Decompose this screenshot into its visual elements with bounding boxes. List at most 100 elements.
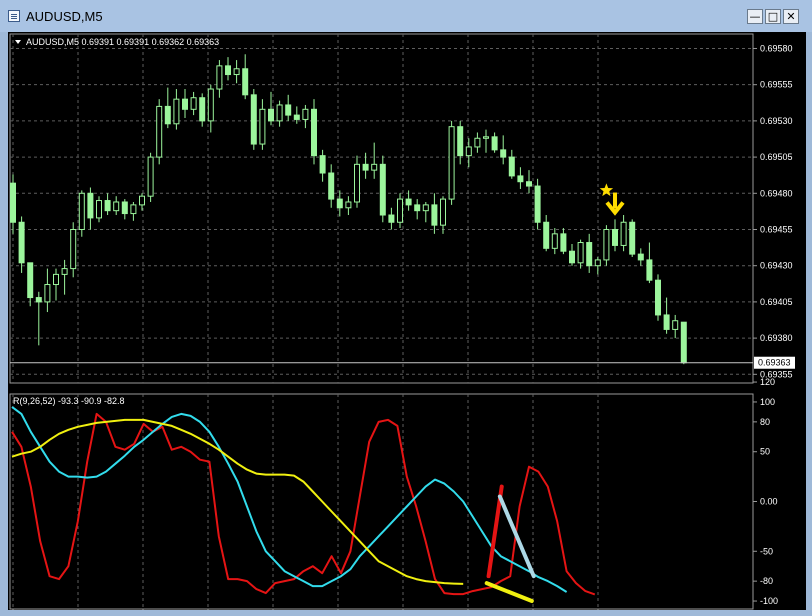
candle-body bbox=[500, 149, 507, 158]
candle-body bbox=[87, 192, 94, 219]
maximize-icon: □ bbox=[767, 10, 779, 23]
candle-body bbox=[388, 214, 395, 223]
close-icon: ✕ bbox=[786, 10, 796, 23]
candle-body bbox=[61, 268, 68, 275]
candle-body bbox=[216, 65, 223, 90]
candle-body bbox=[414, 204, 421, 212]
candle-body bbox=[311, 108, 317, 157]
price-axis-label: 0.69430 bbox=[760, 261, 793, 271]
mt4-chart-window: AUDUSD,M5 — □ ✕ 6 Jan 20206 Jan 11:006 J… bbox=[0, 0, 812, 616]
candle-body bbox=[27, 262, 34, 299]
indicator-axis-label: -100 bbox=[760, 596, 778, 606]
candle-body bbox=[173, 98, 180, 125]
candle-body bbox=[147, 156, 154, 197]
candle-body bbox=[164, 105, 171, 125]
trend-annotation-line bbox=[484, 581, 534, 604]
candle-body bbox=[422, 204, 429, 212]
indicator-axis-label: -80 bbox=[760, 576, 773, 586]
candle-body bbox=[603, 228, 610, 261]
candle-body bbox=[431, 204, 438, 226]
indicator-series-line-3 bbox=[11, 418, 464, 585]
signal-star-icon bbox=[599, 183, 614, 197]
candle-body bbox=[35, 297, 42, 303]
candle-body bbox=[285, 104, 292, 116]
indicator-panel-frame bbox=[9, 393, 754, 610]
candle-body bbox=[560, 233, 567, 252]
candle-body bbox=[629, 221, 636, 255]
indicator-panel-header: R(9,26,52) -93.3 -90.9 -82.8 bbox=[13, 396, 125, 406]
candle-body bbox=[655, 279, 661, 316]
candle-body bbox=[543, 221, 550, 249]
candle-body bbox=[508, 156, 515, 177]
candle-body bbox=[104, 200, 111, 212]
candle-body bbox=[10, 182, 16, 223]
chart-canvas[interactable]: 6 Jan 20206 Jan 11:006 Jan 11:406 Jan 12… bbox=[8, 32, 806, 610]
price-axis-label: 0.69405 bbox=[760, 297, 793, 307]
indicator-series-line-1 bbox=[11, 412, 596, 596]
price-axis-label: 0.69555 bbox=[760, 80, 793, 90]
candle-body bbox=[268, 108, 274, 122]
candle-body bbox=[53, 273, 59, 286]
window-title: AUDUSD,M5 bbox=[26, 9, 103, 24]
candle-body bbox=[276, 104, 283, 122]
candle-body bbox=[379, 163, 386, 216]
chart-area[interactable]: 6 Jan 20206 Jan 11:006 Jan 11:406 Jan 12… bbox=[8, 32, 806, 610]
candle-body bbox=[156, 105, 163, 158]
candle-body bbox=[293, 114, 300, 120]
candle-body bbox=[199, 97, 206, 122]
symbol-dropdown-icon[interactable] bbox=[15, 40, 21, 44]
candle-body bbox=[491, 136, 498, 151]
current-price-label: 0.69363 bbox=[758, 358, 791, 368]
candle-body bbox=[534, 185, 541, 223]
title-bar[interactable]: AUDUSD,M5 — □ ✕ bbox=[0, 0, 812, 32]
candle-body bbox=[336, 198, 343, 209]
indicator-axis-label: 120 bbox=[760, 377, 775, 387]
candle-body bbox=[250, 94, 257, 145]
candle-body bbox=[233, 68, 240, 76]
price-axis-label: 0.69380 bbox=[760, 333, 793, 343]
candle-body bbox=[517, 175, 524, 183]
candle-body bbox=[121, 201, 128, 215]
candle-body bbox=[354, 163, 360, 203]
candle-body bbox=[457, 126, 464, 157]
candle-body bbox=[362, 163, 369, 171]
indicator-axis-label: 100 bbox=[760, 397, 775, 407]
close-button[interactable]: ✕ bbox=[783, 9, 799, 24]
price-axis-label: 0.69455 bbox=[760, 224, 793, 234]
candle-body bbox=[130, 204, 137, 215]
minimize-button[interactable]: — bbox=[747, 9, 763, 24]
candle-body bbox=[190, 97, 197, 110]
candle-body bbox=[483, 136, 489, 139]
candle-body bbox=[302, 108, 309, 120]
candle-body bbox=[44, 284, 51, 303]
minimize-icon: — bbox=[749, 10, 761, 23]
candle-body bbox=[70, 228, 77, 270]
candle-body bbox=[242, 68, 249, 96]
candle-body bbox=[663, 314, 670, 330]
candle-body bbox=[577, 242, 584, 264]
price-panel-header: AUDUSD,M5 0.69391 0.69391 0.69362 0.6936… bbox=[26, 37, 219, 47]
indicator-axis-label: 0.00 bbox=[760, 497, 778, 507]
candle-body bbox=[646, 259, 653, 281]
candle-body bbox=[113, 201, 120, 212]
candle-body bbox=[474, 137, 481, 148]
candle-body bbox=[448, 126, 455, 200]
candle-body bbox=[440, 198, 446, 226]
candle-body bbox=[225, 65, 231, 76]
candle-body bbox=[586, 242, 593, 267]
candle-body bbox=[18, 221, 25, 264]
indicator-series-line-2 bbox=[11, 406, 568, 593]
candle-body bbox=[672, 320, 679, 330]
candle-body bbox=[259, 108, 266, 145]
maximize-button[interactable]: □ bbox=[765, 9, 781, 24]
indicator-axis-label: 80 bbox=[760, 417, 770, 427]
candle-body bbox=[78, 192, 85, 230]
price-axis-label: 0.69580 bbox=[760, 43, 793, 53]
chart-window-icon bbox=[8, 10, 20, 22]
candle-body bbox=[680, 321, 687, 364]
price-axis-label: 0.69480 bbox=[760, 188, 793, 198]
candle-body bbox=[569, 250, 575, 264]
candle-body bbox=[551, 233, 558, 249]
candle-body bbox=[345, 201, 352, 209]
candle-body bbox=[328, 172, 335, 200]
